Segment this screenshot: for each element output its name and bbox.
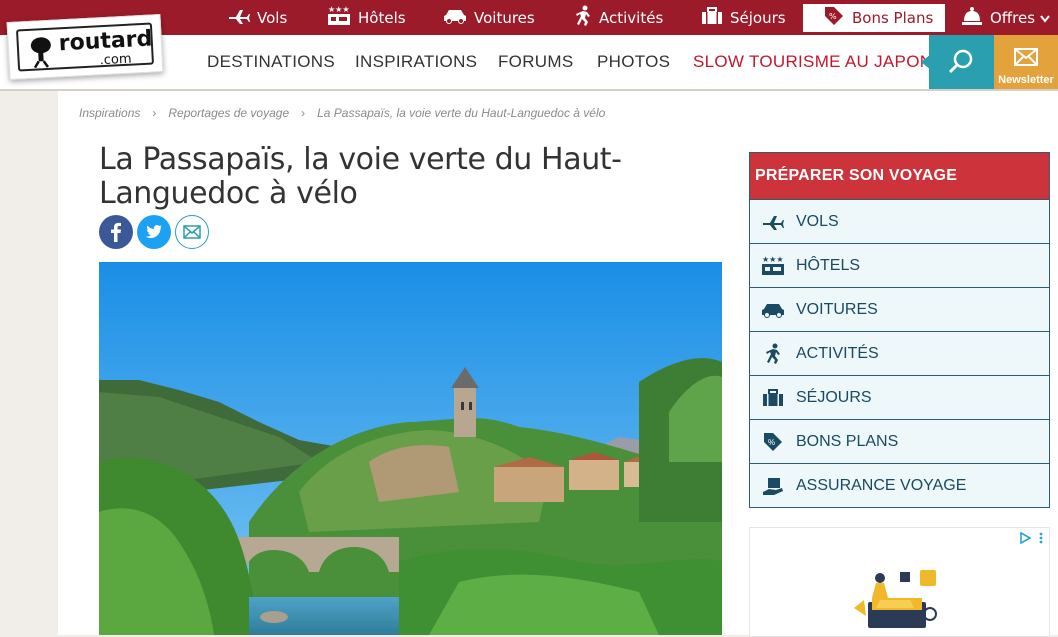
sidebar-item-label: ACTIVITÉS (796, 344, 879, 362)
arrow-icon (921, 54, 931, 70)
car-icon (750, 302, 796, 318)
breadcrumb-item-inspirations[interactable]: Inspirations (79, 106, 140, 120)
nav-inspirations[interactable]: INSPIRATIONS (355, 35, 477, 89)
sidebar-item-vols[interactable]: VOLS (750, 199, 1049, 243)
logo-wordmark: routard (58, 26, 153, 57)
topnav-vols[interactable]: Vols (228, 0, 287, 35)
logo-frame: routard .com (15, 22, 155, 72)
svg-text:%: % (829, 12, 837, 21)
topnav-hotels[interactable]: ★★★ Hôtels (327, 0, 406, 35)
chevron-down-icon (1040, 9, 1050, 27)
prepare-trip-title: PRÉPARER SON VOYAGE (750, 153, 1049, 199)
chevron-right-icon: › (301, 106, 306, 120)
sidebar-item-label: HÔTELS (796, 256, 861, 274)
topnav-bons-plans[interactable]: % Bons Plans (803, 4, 945, 32)
envelope-icon (183, 225, 201, 239)
sidebar-item-label: VOITURES (796, 300, 878, 318)
topnav-sejours[interactable]: Séjours (701, 0, 786, 35)
insurance-icon (750, 475, 796, 497)
share-facebook-button[interactable] (99, 215, 133, 249)
sidebar-item-sejours[interactable]: SÉJOURS (750, 375, 1049, 419)
landscape-illustration (99, 262, 722, 635)
topnav-voitures[interactable]: Voitures (443, 0, 535, 35)
article-title: La Passapaïs, la voie verte du Haut-Lang… (99, 142, 622, 211)
suitcase-icon (701, 6, 723, 29)
share-twitter-button[interactable] (137, 215, 171, 249)
car-icon (443, 8, 467, 28)
envelope-icon (1014, 48, 1038, 66)
routard-logo[interactable]: routard .com (6, 14, 164, 80)
twitter-icon (145, 225, 162, 238)
breadcrumb-item-reportages[interactable]: Reportages de voyage (168, 106, 289, 120)
sidebar-item-activites[interactable]: ACTIVITÉS (750, 331, 1049, 375)
facebook-icon (111, 222, 121, 242)
share-email-button[interactable] (175, 215, 209, 249)
sidebar-item-label: SÉJOURS (796, 388, 872, 406)
tag-icon: % (750, 431, 796, 453)
sidebar-item-label: ASSURANCE VOYAGE (796, 476, 967, 494)
nav-slow-tourisme[interactable]: SLOW TOURISME AU JAPON (693, 35, 932, 89)
backpacker-icon (30, 37, 51, 69)
suitcase-icon (750, 388, 796, 407)
search-icon (948, 49, 973, 74)
hotel-icon: ★★★ (327, 5, 351, 30)
tag-icon: % (823, 5, 845, 31)
nav-forums[interactable]: FORUMS (498, 35, 573, 89)
newsletter-button[interactable]: Newsletter (994, 35, 1058, 89)
prepare-trip-box: PRÉPARER SON VOYAGE VOLS ★★★ HÔTELS VOIT… (749, 152, 1050, 508)
hotel-icon: ★★★ (750, 256, 796, 276)
activity-icon (750, 343, 796, 365)
logo-suffix: .com (99, 51, 132, 69)
nav-photos[interactable]: PHOTOS (597, 35, 670, 89)
topnav-activites[interactable]: Activités (574, 0, 663, 35)
sidebar-item-bons-plans[interactable]: % BONS PLANS (750, 419, 1049, 463)
activity-icon (574, 5, 592, 31)
breadcrumb: Inspirations › Reportages de voyage › La… (79, 106, 605, 120)
topnav-offres[interactable]: Offres (961, 0, 1050, 35)
newsletter-label: Newsletter (998, 74, 1054, 86)
ad-illustration (854, 570, 937, 628)
sidebar-item-assurance[interactable]: ASSURANCE VOYAGE (750, 463, 1049, 507)
sidebar-item-voitures[interactable]: VOITURES (750, 287, 1049, 331)
advertisement[interactable] (749, 527, 1050, 637)
sidebar-item-label: BONS PLANS (796, 432, 899, 450)
breadcrumb-item-current: La Passapaïs, la voie verte du Haut-Lang… (317, 106, 606, 120)
nav-destinations[interactable]: DESTINATIONS (207, 35, 335, 89)
plane-icon (228, 8, 250, 28)
svg-text:%: % (768, 438, 775, 447)
ad-menu-icon[interactable] (1039, 532, 1043, 544)
article-hero-image (99, 262, 722, 635)
search-button[interactable] (921, 35, 994, 89)
svg-text:★★★: ★★★ (762, 256, 784, 264)
adchoices-icon[interactable] (1019, 532, 1031, 544)
svg-text:★★★: ★★★ (328, 6, 350, 14)
sidebar-item-hotels[interactable]: ★★★ HÔTELS (750, 243, 1049, 287)
sidebar-item-label: VOLS (796, 212, 839, 230)
chevron-right-icon: › (152, 106, 157, 120)
plane-icon (750, 214, 796, 230)
bell-icon (961, 6, 983, 30)
